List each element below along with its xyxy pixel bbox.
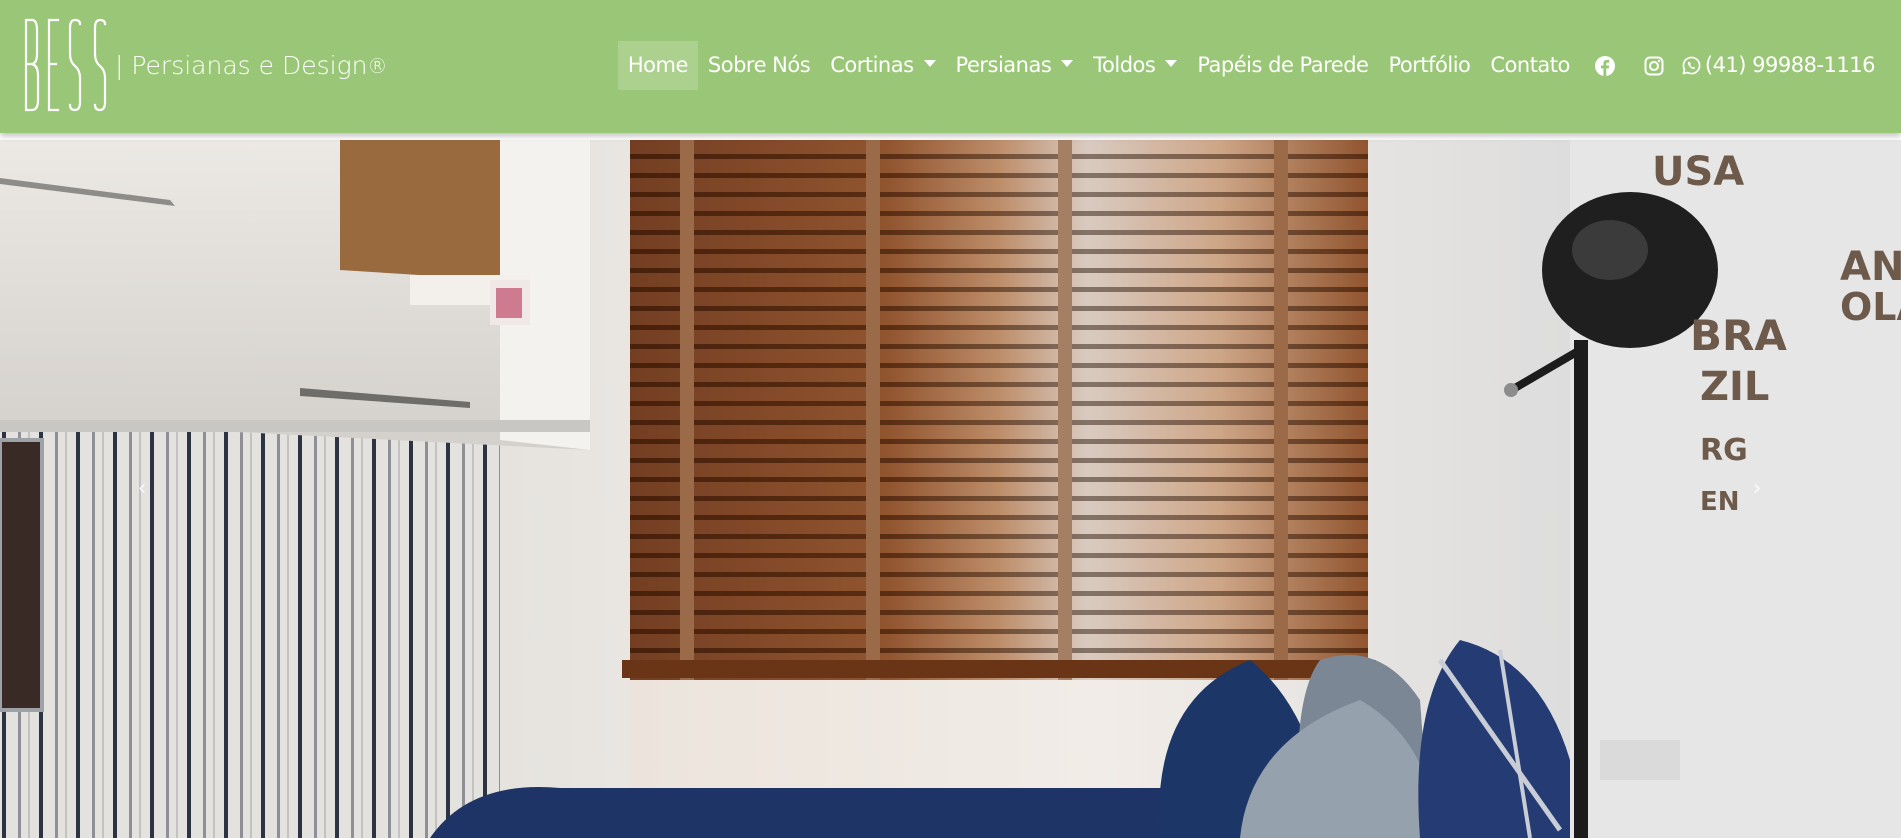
carousel-prev-button[interactable]: ‹ [112, 458, 172, 518]
nav-sobre-nos-label: Sobre Nós [707, 53, 811, 77]
caret-down-icon [1061, 60, 1074, 67]
brand-link[interactable]: | Persianas e Design® [23, 18, 387, 112]
hero-carousel: USA BRA ZIL RG EN ANG OLA ‹ › [0, 140, 1901, 838]
brand-tagline: | Persianas e Design® [115, 53, 387, 78]
top-navbar: | Persianas e Design® Home Sobre Nós Cor… [0, 0, 1901, 133]
nav-sobre-nos[interactable]: Sobre Nós [698, 41, 820, 90]
facebook-icon [1594, 55, 1615, 76]
nav-cortinas-dropdown[interactable]: Cortinas [820, 41, 945, 90]
svg-text:BRA: BRA [1690, 311, 1787, 360]
nav-toldos-dropdown[interactable]: Toldos [1083, 41, 1187, 90]
bess-logo [24, 18, 107, 112]
registered-mark: ® [367, 53, 388, 78]
nav-persianas-label: Persianas [955, 53, 1052, 77]
nav-papeis-label: Papéis de Parede [1197, 53, 1369, 77]
chevron-left-icon: ‹ [137, 475, 147, 501]
svg-text:ANG: ANG [1840, 244, 1901, 290]
caret-down-icon [923, 60, 936, 67]
carousel-slide-image: USA BRA ZIL RG EN ANG OLA [0, 140, 1901, 838]
nav-home-label: Home [627, 53, 689, 77]
svg-text:OLA: OLA [1840, 285, 1901, 329]
brand-tagline-text: | Persianas e Design [115, 50, 368, 80]
nav-home[interactable]: Home [617, 41, 698, 90]
nav-cortinas-label: Cortinas [830, 53, 914, 77]
nav-toldos-label: Toldos [1093, 53, 1156, 77]
instagram-icon [1644, 56, 1664, 75]
phone-number: (41) 99988-1116 [1704, 53, 1876, 77]
whatsapp-icon [1682, 56, 1701, 75]
caret-down-icon [1165, 60, 1178, 67]
svg-text:ZIL: ZIL [1700, 364, 1769, 410]
nav-persianas-dropdown[interactable]: Persianas [946, 41, 1084, 90]
chevron-right-icon: › [1752, 475, 1762, 501]
main-nav: Home Sobre Nós Cortinas Persianas Toldos… [617, 41, 1876, 90]
instagram-link[interactable] [1630, 41, 1678, 90]
nav-portfolio[interactable]: Portfólio [1378, 41, 1480, 90]
svg-text:USA: USA [1652, 149, 1744, 195]
nav-contato-label: Contato [1490, 53, 1570, 77]
nav-portfolio-label: Portfólio [1388, 53, 1471, 77]
nav-contato[interactable]: Contato [1480, 41, 1580, 90]
nav-papeis-de-parede[interactable]: Papéis de Parede [1187, 41, 1378, 90]
facebook-link[interactable] [1580, 41, 1630, 90]
carousel-next-button[interactable]: › [1727, 458, 1787, 518]
whatsapp-phone-link[interactable]: (41) 99988-1116 [1678, 41, 1876, 90]
